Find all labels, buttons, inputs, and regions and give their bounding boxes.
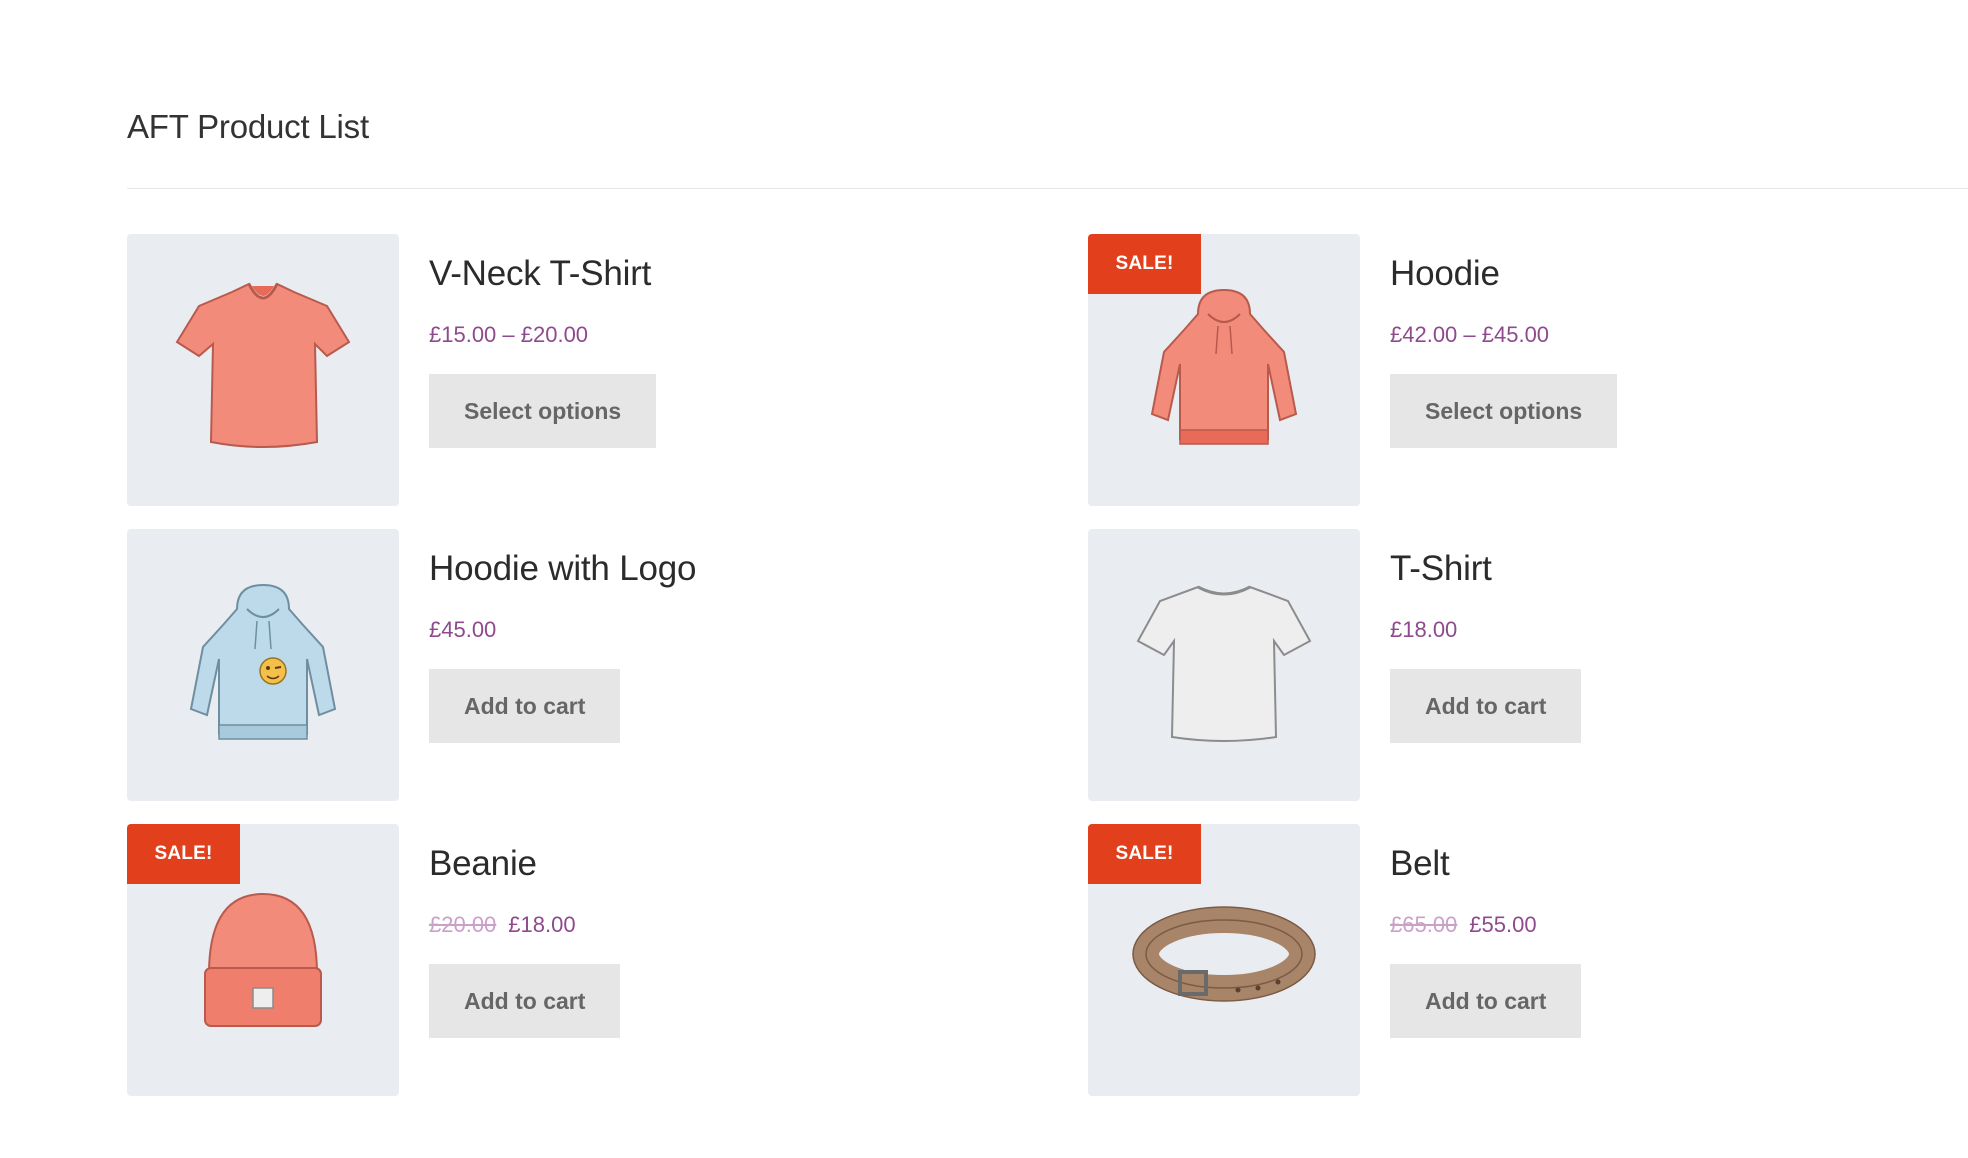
add-to-cart-button[interactable]: Add to cart	[1390, 964, 1582, 1038]
tshirt-icon	[1136, 585, 1312, 742]
product-title[interactable]: Belt	[1390, 844, 1450, 884]
regular-price: £20.00	[429, 912, 497, 937]
product-image[interactable]: SALE!	[1088, 824, 1360, 1096]
select-options-button[interactable]: Select options	[429, 374, 657, 448]
product-title[interactable]: Beanie	[429, 844, 537, 884]
page-title: AFT Product List	[127, 108, 369, 145]
current-price: £18.00	[1390, 617, 1458, 642]
product-title[interactable]: T-Shirt	[1390, 549, 1492, 589]
add-to-cart-button[interactable]: Add to cart	[429, 964, 621, 1038]
product-image[interactable]: SALE!	[127, 824, 399, 1096]
select-options-button[interactable]: Select options	[1390, 374, 1618, 448]
heading-divider	[127, 188, 1968, 189]
product-title[interactable]: V-Neck T-Shirt	[429, 254, 651, 294]
product-card-hoodie-with-logo: Hoodie with Logo £45.00 Add to cart	[127, 529, 1027, 801]
product-image[interactable]: SALE!	[1088, 234, 1360, 506]
sale-badge: SALE!	[1088, 234, 1201, 294]
add-to-cart-button[interactable]: Add to cart	[1390, 669, 1582, 743]
add-to-cart-button[interactable]: Add to cart	[429, 669, 621, 743]
product-title[interactable]: Hoodie	[1390, 254, 1500, 294]
vneck-tshirt-icon	[175, 282, 351, 448]
current-price: £15.00 – £20.00	[429, 322, 589, 347]
product-price: £20.00 £18.00	[429, 912, 576, 938]
product-card-vneck-tshirt: V-Neck T-Shirt £15.00 – £20.00 Select op…	[127, 234, 1027, 506]
sale-price: £55.00	[1469, 912, 1537, 937]
product-price: £65.00 £55.00	[1390, 912, 1537, 938]
product-title[interactable]: Hoodie with Logo	[429, 549, 696, 589]
current-price: £45.00	[429, 617, 497, 642]
product-card-beanie: SALE! Beanie £20.00 £18.00 Add to cart	[127, 824, 1027, 1096]
product-card-belt: SALE! Belt £65.00 £55.00 Add to cart	[1088, 824, 1968, 1096]
product-price: £18.00	[1390, 617, 1457, 643]
current-price: £42.00 – £45.00	[1390, 322, 1550, 347]
product-price: £45.00	[429, 617, 496, 643]
hoodie-with-logo-icon	[189, 583, 337, 740]
product-price: £42.00 – £45.00	[1390, 322, 1549, 348]
product-list-page: AFT Product List V-Neck T-Shirt £15.00 –…	[0, 0, 1968, 1158]
regular-price: £65.00	[1390, 912, 1458, 937]
product-image[interactable]	[127, 529, 399, 801]
product-image[interactable]	[127, 234, 399, 506]
sale-badge: SALE!	[1088, 824, 1201, 884]
product-card-tshirt: T-Shirt £18.00 Add to cart	[1088, 529, 1968, 801]
product-card-hoodie: SALE! Hoodie £42.00 – £45.00 Select opti…	[1088, 234, 1968, 506]
product-image[interactable]	[1088, 529, 1360, 801]
product-price: £15.00 – £20.00	[429, 322, 588, 348]
sale-badge: SALE!	[127, 824, 240, 884]
sale-price: £18.00	[508, 912, 576, 937]
